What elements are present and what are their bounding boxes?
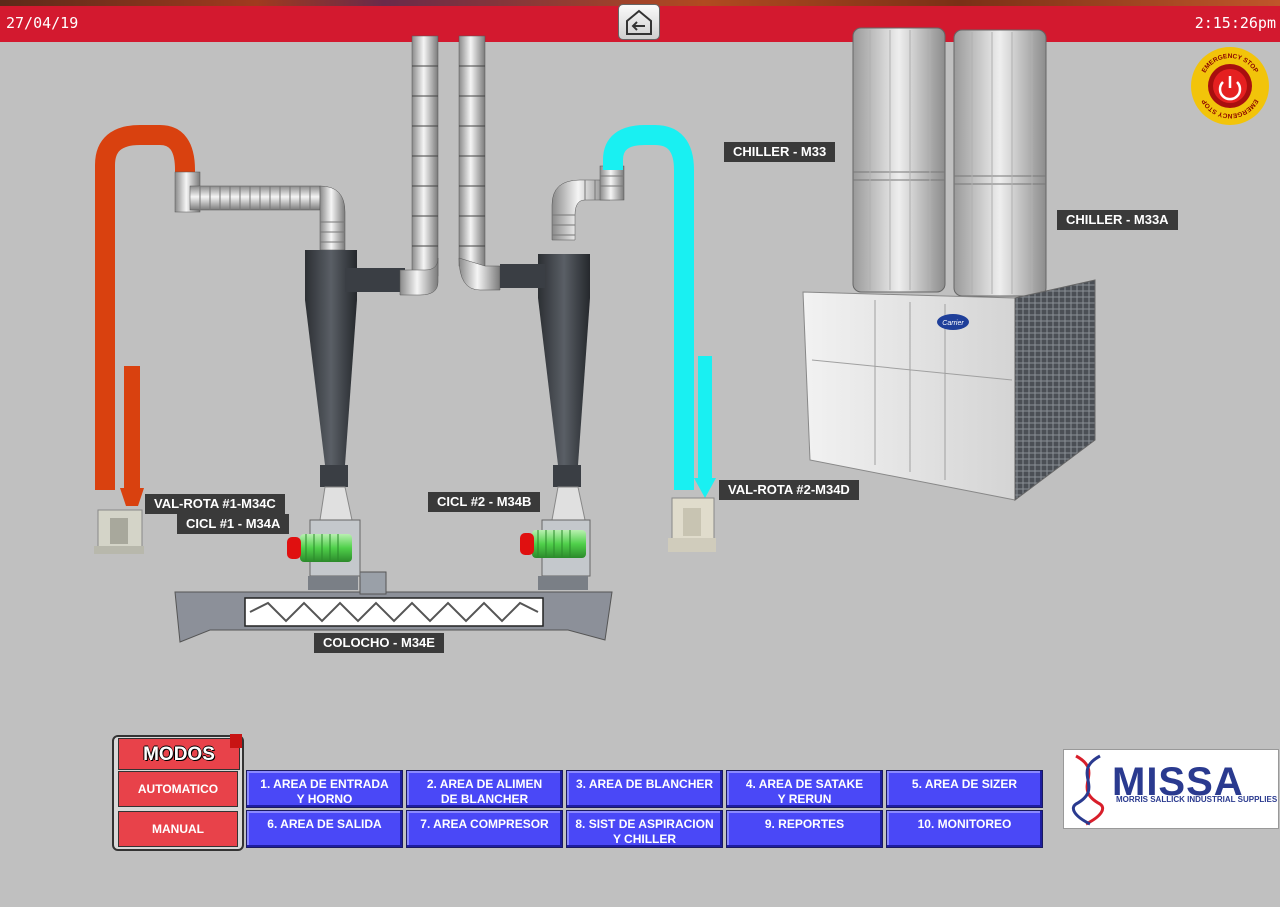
cyclone-1 — [305, 250, 405, 521]
modes-title: MODOS — [118, 738, 240, 770]
automatic-mode-button[interactable]: AUTOMATICO — [118, 771, 238, 807]
logo-subtitle: MORRIS SALLICK INDUSTRIAL SUPPLIES — [1116, 795, 1278, 804]
nav-area-satake-rerun[interactable]: 4. AREA DE SATAKE Y RERUN — [726, 770, 883, 808]
label-chiller-m33: CHILLER - M33 — [724, 142, 836, 162]
blower-2 — [668, 497, 716, 552]
dna-helix-icon — [1071, 754, 1105, 826]
emergency-stop-button[interactable]: EMERGENCY STOP EMERGENCY STOP — [1190, 46, 1270, 126]
rotary-valve-1 — [287, 519, 361, 590]
label-colocho: COLOCHO - M34E — [314, 633, 444, 653]
exhaust-stack-2 — [458, 35, 501, 291]
label-cicl-2: CICL #2 - M34B — [428, 492, 541, 512]
nav-reportes[interactable]: 9. REPORTES — [726, 810, 883, 848]
chiller-unit: Carrier — [802, 27, 1096, 501]
process-diagram: Carrier — [94, 27, 1096, 643]
label-cicl-1: CICL #1 - M34A — [177, 514, 290, 534]
label-val-rota-2: VAL-ROTA #2-M34D — [719, 480, 859, 500]
nav-area-sizer[interactable]: 5. AREA DE SIZER — [886, 770, 1043, 808]
nav-area-entrada-horno[interactable]: 1. AREA DE ENTRADA Y HORNO — [246, 770, 403, 808]
nav-monitoreo[interactable]: 10. MONITOREO — [886, 810, 1043, 848]
nav-area-salida[interactable]: 6. AREA DE SALIDA — [246, 810, 403, 848]
nav-sist-aspiracion-chiller[interactable]: 8. SIST DE ASPIRACION Y CHILLER — [566, 810, 723, 848]
rotary-valve-2 — [520, 519, 591, 590]
cyan-duct — [603, 125, 716, 498]
label-chiller-m33a: CHILLER - M33A — [1057, 210, 1178, 230]
nav-area-alimen-blancher[interactable]: 2. AREA DE ALIMEN DE BLANCHER — [406, 770, 563, 808]
flex-duct-1 — [174, 171, 346, 251]
nav-area-blancher[interactable]: 3. AREA DE BLANCHER — [566, 770, 723, 808]
orange-duct — [95, 125, 195, 506]
flex-duct-2 — [551, 165, 625, 241]
label-val-rota-1: VAL-ROTA #1-M34C — [145, 494, 285, 514]
blower-1 — [94, 509, 144, 554]
exhaust-stack-1 — [399, 35, 439, 296]
cyclone-2 — [500, 254, 590, 521]
chiller-brand: Carrier — [942, 320, 964, 327]
nav-area-compresor[interactable]: 7. AREA COMPRESOR — [406, 810, 563, 848]
missa-logo: MISSA MORRIS SALLICK INDUSTRIAL SUPPLIES — [1063, 749, 1279, 829]
manual-mode-button[interactable]: MANUAL — [118, 811, 238, 847]
modes-indicator — [230, 734, 242, 748]
